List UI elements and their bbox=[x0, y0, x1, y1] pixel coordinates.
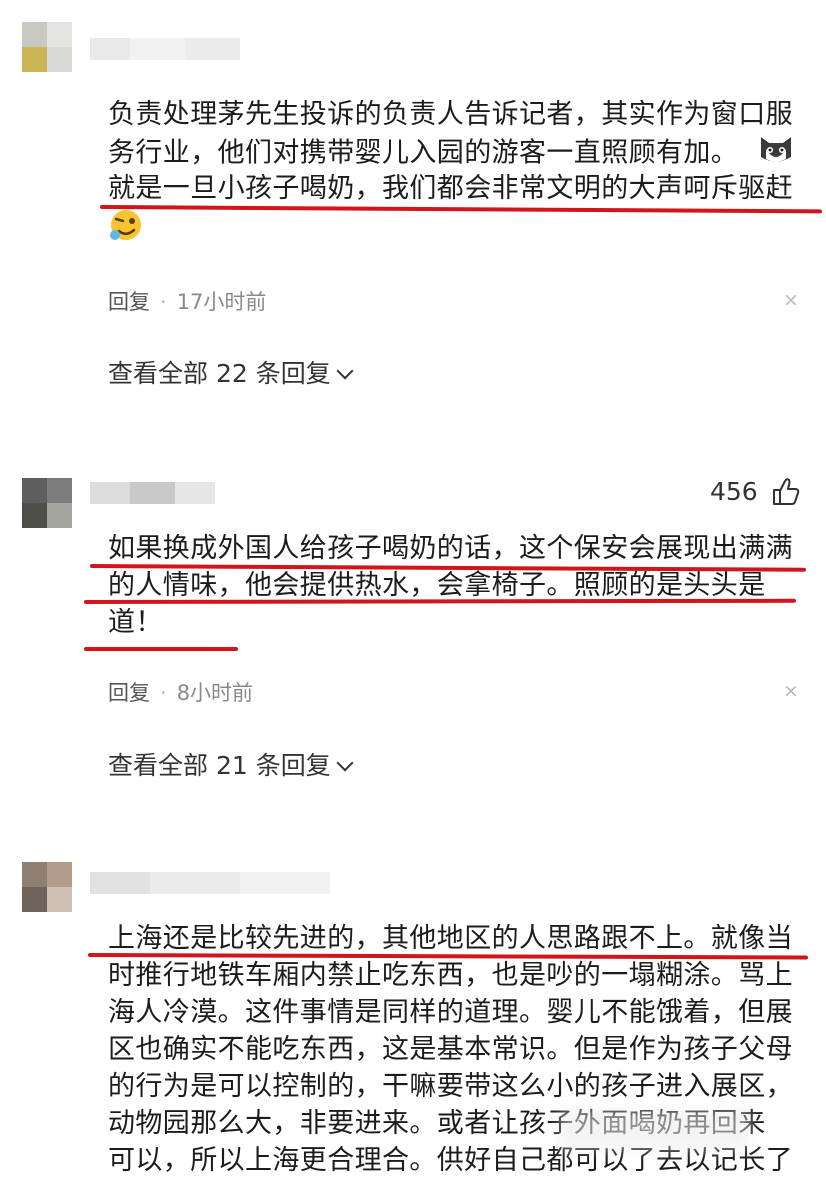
comment-line-with-emoji: 务行业，他们对携带婴儿入园的游客一直照顾有加。 bbox=[108, 133, 808, 170]
thumbs-up-icon[interactable] bbox=[770, 476, 802, 512]
username-blurred[interactable] bbox=[90, 38, 240, 60]
view-all-replies-label: 查看全部 21 条回复 bbox=[108, 751, 331, 780]
timestamp: 17小时前 bbox=[176, 290, 267, 314]
comment-text: 如果换成外国人给孩子喝奶的话，这个保安会展现出满满 的人情味，他会提供热水，会拿… bbox=[108, 530, 808, 641]
username-blurred[interactable] bbox=[90, 482, 215, 504]
cat-face-icon bbox=[758, 133, 794, 175]
comment-text: 负责处理茅先生投诉的负责人告诉记者，其实作为窗口服 务行业，他们对携带婴儿入园的… bbox=[108, 96, 808, 244]
comment-line: 时推行地铁车厢内禁止吃东西，也是吵的一塌糊涂。骂上 bbox=[108, 960, 793, 991]
like-count: 456 bbox=[710, 477, 758, 506]
chevron-down-icon bbox=[336, 362, 354, 380]
comment-line: 就是一旦小孩子喝奶，我们都会非常文明的大声呵斥驱赶 bbox=[108, 173, 793, 204]
comment-line: 上海还是比较先进的，其他地区的人思路跟不上。就像当 bbox=[108, 923, 793, 954]
separator-dot: · bbox=[160, 290, 167, 314]
avatar[interactable] bbox=[22, 22, 72, 72]
comment-line: 的行为是可以控制的，干嘛要带这么小的孩子进入展区， bbox=[108, 1071, 793, 1102]
comment-line: 道！ bbox=[108, 607, 163, 638]
comment-line: 负责处理茅先生投诉的负责人告诉记者，其实作为窗口服 bbox=[108, 99, 793, 130]
username-blurred[interactable] bbox=[90, 872, 330, 894]
reply-button[interactable]: 回复 bbox=[108, 681, 150, 705]
view-all-replies-label: 查看全部 22 条回复 bbox=[108, 359, 331, 388]
timestamp: 8小时前 bbox=[176, 681, 254, 705]
avatar[interactable] bbox=[22, 862, 72, 912]
avatar[interactable] bbox=[22, 478, 72, 528]
close-icon[interactable]: × bbox=[783, 680, 799, 702]
comment-line: 区也确实不能吃东西，这是基本常识。但是作为孩子父母 bbox=[108, 1034, 793, 1065]
comment-line: 海人冷漠。这件事情是同样的道理。婴儿不能饿着，但展 bbox=[108, 997, 793, 1028]
reply-button[interactable]: 回复 bbox=[108, 290, 150, 314]
watermark-blur bbox=[560, 1110, 750, 1150]
comment-line: 如果换成外国人给孩子喝奶的话，这个保安会展现出满满 bbox=[108, 533, 793, 564]
close-icon[interactable]: × bbox=[783, 289, 799, 311]
comment-line-text: 务行业，他们对携带婴儿入园的游客一直照顾有加。 bbox=[108, 137, 739, 169]
comment-meta: 回复 · 8小时前 bbox=[108, 677, 253, 707]
view-all-replies-button[interactable]: 查看全部 22 条回复 bbox=[108, 354, 354, 390]
view-all-replies-button[interactable]: 查看全部 21 条回复 bbox=[108, 746, 354, 782]
separator-dot: · bbox=[160, 681, 167, 705]
comment-meta: 回复 · 17小时前 bbox=[108, 286, 266, 316]
highlight-underline bbox=[84, 647, 238, 651]
winking-smile-icon bbox=[108, 207, 144, 253]
chevron-down-icon bbox=[336, 754, 354, 772]
